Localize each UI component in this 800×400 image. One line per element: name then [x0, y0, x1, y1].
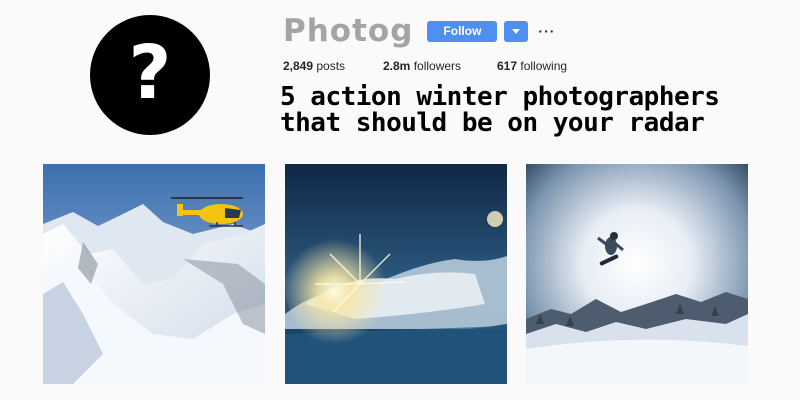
following-label: following [520, 59, 568, 73]
followers-value: 2.8m [383, 59, 411, 73]
profile-stats: 2,849 posts 2.8m followers 617 following [283, 59, 567, 73]
avatar[interactable]: ? [90, 15, 210, 135]
posts-count[interactable]: 2,849 posts [283, 59, 383, 73]
chevron-down-icon [512, 28, 521, 34]
following-count[interactable]: 617 following [497, 59, 567, 73]
posts-label: posts [316, 59, 346, 73]
follow-button[interactable]: Follow [427, 20, 498, 42]
sunburst-photo-image [285, 164, 507, 384]
username: Photog [283, 13, 414, 49]
snowboarder-photo-image [526, 164, 748, 384]
photo-helicopter-mountains[interactable] [43, 164, 265, 384]
followers-label: followers [413, 59, 462, 73]
more-options-button[interactable]: ··· [538, 24, 555, 38]
question-mark-icon: ? [128, 30, 172, 116]
following-value: 617 [497, 59, 518, 73]
posts-value: 2,849 [283, 59, 314, 73]
follow-dropdown-button[interactable] [504, 20, 529, 42]
followers-count[interactable]: 2.8m followers [383, 59, 497, 73]
headline-line-2: that should be on your radar [280, 108, 705, 138]
helicopter-photo-image [43, 164, 265, 384]
profile-header: Photog Follow ··· [283, 10, 555, 52]
photo-snowboarder[interactable] [526, 164, 748, 384]
photo-snow-sunburst[interactable] [285, 164, 507, 384]
headline: 5 action winter photographers that shoul… [280, 84, 720, 138]
